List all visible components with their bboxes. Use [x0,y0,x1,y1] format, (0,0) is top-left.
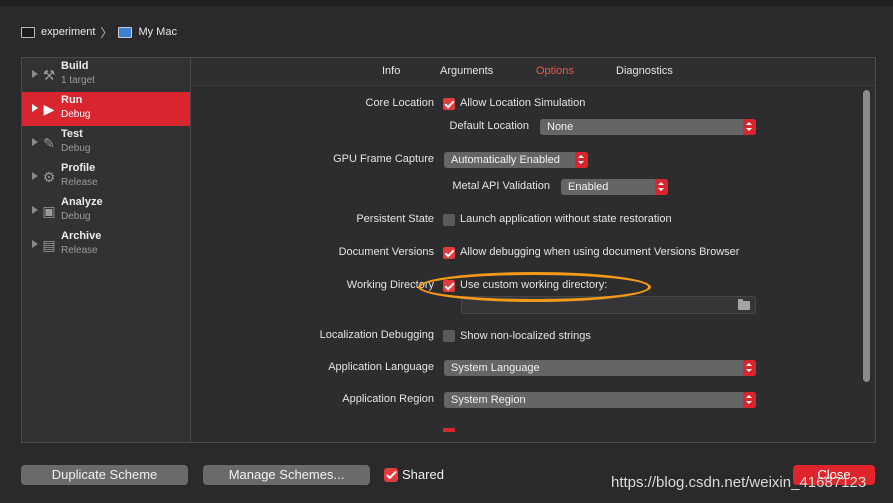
shared-checkbox[interactable] [384,468,398,482]
sidebar-item-analyze[interactable]: ▣ Analyze Debug [22,194,190,228]
shared-label: Shared [402,467,444,482]
breadcrumb: experiment 〉 My Mac [21,24,177,40]
application-region-value: System Region [451,394,526,406]
sidebar-item-title: Analyze [61,196,103,208]
window-title-strip [0,0,893,6]
gpu-frame-capture-value: Automatically Enabled [451,154,560,166]
sidebar-item-build[interactable]: ⚒ Build 1 target [22,58,190,92]
play-icon: ▶ [43,101,55,117]
chevron-up-down-icon [655,179,668,195]
sidebar-item-profile[interactable]: ⚙ Profile Release [22,160,190,194]
chevron-up-down-icon [743,360,756,376]
scrollbar-thumb[interactable] [863,90,870,382]
document-versions-label: Document Versions [338,246,434,258]
mac-icon [118,26,133,38]
allow-document-versions-checkbox[interactable] [443,247,455,259]
metal-api-validation-popup[interactable]: Enabled [561,179,668,195]
sidebar-item-title: Test [61,128,83,140]
next-row-checkbox-partial[interactable] [443,428,455,432]
gpu-frame-capture-popup[interactable]: Automatically Enabled [444,152,588,168]
sidebar-item-run[interactable]: ▶ Run Debug [22,92,190,126]
default-location-popup[interactable]: None [540,119,756,135]
breadcrumb-destination[interactable]: My Mac [138,26,177,38]
sidebar-item-subtitle: Release [61,245,98,256]
disclosure-triangle-icon[interactable] [32,172,38,180]
chevron-up-down-icon [743,392,756,408]
gpu-frame-capture-label: GPU Frame Capture [333,153,434,165]
options-scrollbar[interactable] [861,88,871,442]
sidebar-item-subtitle: Debug [61,143,91,154]
disclosure-triangle-icon[interactable] [32,70,38,78]
sidebar-item-subtitle: Release [61,177,98,188]
tab-info[interactable]: Info [382,65,400,77]
metal-api-validation-value: Enabled [568,181,609,193]
application-language-label: Application Language [328,361,434,373]
tab-diagnostics[interactable]: Diagnostics [616,65,673,77]
sidebar-item-title: Build [61,60,89,72]
folder-icon[interactable] [738,299,750,310]
sidebar-item-subtitle: Debug [61,211,91,222]
scheme-actions-sidebar: ⚒ Build 1 target ▶ Run Debug ✎ Test Debu… [21,57,191,443]
disclosure-triangle-icon[interactable] [32,138,38,146]
highlight-annotation-ellipse [418,272,651,302]
metal-api-validation-label: Metal API Validation [452,180,550,192]
sidebar-item-subtitle: Debug [61,109,91,120]
chevron-up-down-icon [743,119,756,135]
application-region-popup[interactable]: System Region [444,392,756,408]
sidebar-item-test[interactable]: ✎ Test Debug [22,126,190,160]
disclosure-triangle-icon[interactable] [32,104,38,112]
manage-schemes-button[interactable]: Manage Schemes... [203,465,370,485]
application-language-value: System Language [451,362,540,374]
chevron-up-down-icon [575,152,588,168]
working-directory-label: Working Directory [346,279,434,291]
default-location-label: Default Location [449,120,530,132]
sidebar-item-subtitle: 1 target [61,75,95,86]
sidebar-item-archive[interactable]: ▤ Archive Release [22,228,190,262]
application-region-label: Application Region [342,393,434,405]
hammer-icon: ⚒ [42,67,56,83]
localization-debugging-label: Localization Debugging [319,329,434,341]
allow-location-simulation-checkbox[interactable] [443,98,455,110]
show-non-localized-label: Show non-localized strings [460,330,591,342]
show-non-localized-checkbox[interactable] [443,330,455,342]
gauge-icon: ⚙ [42,169,56,185]
application-language-popup[interactable]: System Language [444,360,756,376]
watermark-text: https://blog.csdn.net/weixin_41687123 [611,474,867,491]
default-location-value: None [547,121,574,133]
disclosure-triangle-icon[interactable] [32,206,38,214]
terminal-icon [21,26,35,38]
tab-bar: Info Arguments Options Diagnostics [191,58,875,86]
allow-document-versions-label: Allow debugging when using document Vers… [460,246,740,258]
sidebar-item-title: Archive [61,230,102,242]
persistent-state-label: Persistent State [356,213,434,225]
core-location-label: Core Location [365,97,435,109]
tab-options[interactable]: Options [536,65,574,77]
sidebar-item-title: Run [61,94,83,106]
chevron-right-icon: 〉 [100,25,113,40]
launch-without-restoration-checkbox[interactable] [443,214,455,226]
breadcrumb-scheme[interactable]: experiment [41,26,95,38]
wrench-icon: ✎ [43,135,55,151]
archive-icon: ▤ [42,237,56,253]
duplicate-scheme-button[interactable]: Duplicate Scheme [21,465,188,485]
tab-arguments[interactable]: Arguments [440,65,493,77]
sidebar-item-title: Profile [61,162,96,174]
run-options-panel: Info Arguments Options Diagnostics Core … [191,57,876,443]
disclosure-triangle-icon[interactable] [32,240,38,248]
lock-icon: ▣ [42,203,56,219]
allow-location-simulation-label: Allow Location Simulation [460,97,586,109]
launch-without-restoration-label: Launch application without state restora… [460,213,672,225]
